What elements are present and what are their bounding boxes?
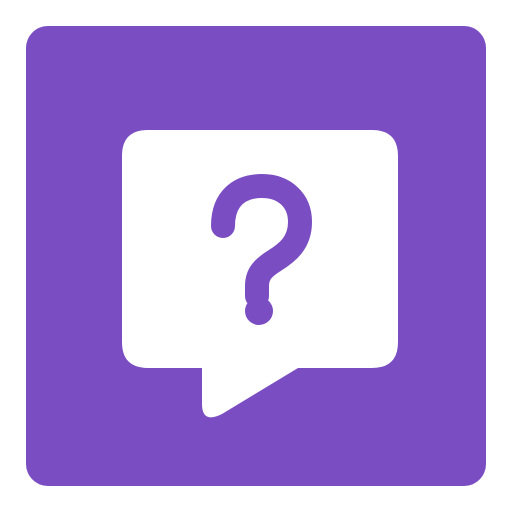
app-icon-tile[interactable] xyxy=(26,26,486,486)
canvas xyxy=(0,0,512,512)
speech-bubble-question-mark-icon xyxy=(26,26,486,486)
question-mark-dot-icon xyxy=(245,297,273,325)
